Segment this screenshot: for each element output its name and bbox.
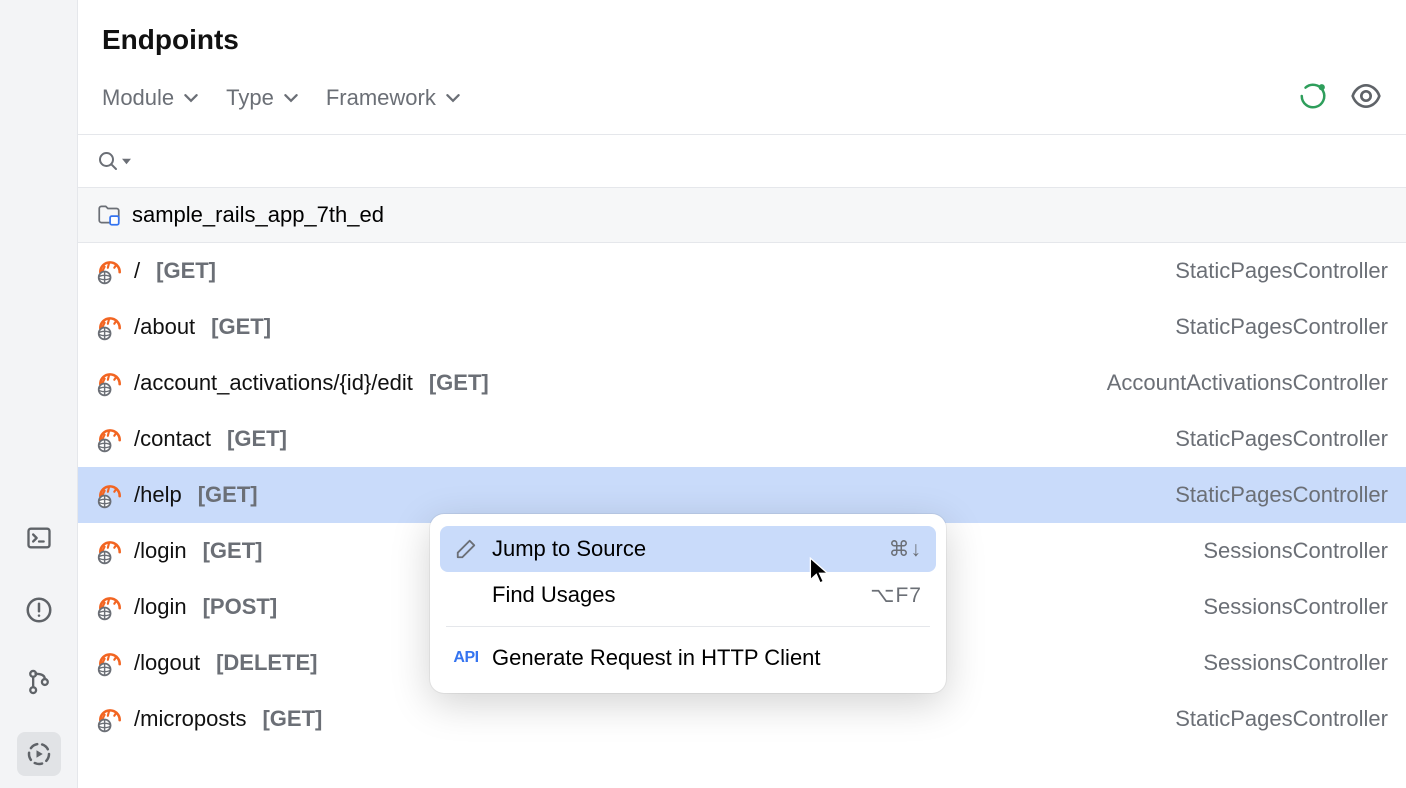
menu-label: Generate Request in HTTP Client [492, 645, 922, 671]
endpoint-controller: SessionsController [1203, 594, 1388, 620]
endpoint-path: / [134, 258, 140, 284]
endpoint-row[interactable]: / [GET] StaticPagesController [78, 243, 1406, 299]
refresh-icon[interactable] [1298, 81, 1328, 115]
endpoint-path: /about [134, 314, 195, 340]
endpoint-controller: StaticPagesController [1175, 426, 1388, 452]
endpoint-row[interactable]: /contact [GET] StaticPagesController [78, 411, 1406, 467]
chevron-down-icon [184, 91, 198, 105]
eye-icon[interactable] [1350, 80, 1382, 116]
search-icon [96, 149, 131, 173]
endpoint-method: [GET] [262, 706, 322, 732]
endpoint-row[interactable]: /account_activations/{id}/edit [GET] Accou… [78, 355, 1406, 411]
endpoint-method: [GET] [211, 314, 271, 340]
endpoint-controller: StaticPagesController [1175, 482, 1388, 508]
endpoint-path: /account_activations/{id}/edit [134, 370, 413, 396]
rails-endpoint-icon [96, 649, 124, 677]
pencil-icon [454, 537, 478, 561]
filter-bar: Module Type Framework [78, 80, 1406, 135]
module-filter[interactable]: Module [102, 85, 198, 111]
menu-item[interactable]: API Generate Request in HTTP Client [440, 635, 936, 681]
filter-label: Framework [326, 85, 436, 111]
menu-label: Jump to Source [492, 536, 875, 562]
menu-separator [446, 626, 930, 627]
framework-filter[interactable]: Framework [326, 85, 460, 111]
vcs-tool-button[interactable] [17, 660, 61, 704]
endpoint-path: /contact [134, 426, 211, 452]
endpoint-controller: StaticPagesController [1175, 258, 1388, 284]
endpoint-path: /login [134, 594, 187, 620]
search-input[interactable] [139, 150, 1388, 173]
endpoint-method: [GET] [203, 538, 263, 564]
endpoint-path: /microposts [134, 706, 246, 732]
endpoint-controller: StaticPagesController [1175, 314, 1388, 340]
rails-endpoint-icon [96, 537, 124, 565]
endpoint-controller: StaticPagesController [1175, 706, 1388, 732]
endpoint-path: /help [134, 482, 182, 508]
problems-tool-button[interactable] [17, 588, 61, 632]
endpoint-method: [GET] [156, 258, 216, 284]
endpoint-controller: SessionsController [1203, 538, 1388, 564]
rails-endpoint-icon [96, 593, 124, 621]
rails-endpoint-icon [96, 705, 124, 733]
endpoint-method: [GET] [429, 370, 489, 396]
terminal-tool-button[interactable] [17, 516, 61, 560]
endpoint-controller: AccountActivationsController [1107, 370, 1388, 396]
endpoint-row[interactable]: /about [GET] StaticPagesController [78, 299, 1406, 355]
endpoint-method: [POST] [203, 594, 278, 620]
search-bar[interactable] [78, 135, 1406, 188]
services-tool-button[interactable] [17, 732, 61, 776]
rails-endpoint-icon [96, 481, 124, 509]
chevron-down-icon [284, 91, 298, 105]
endpoint-path: /logout [134, 650, 200, 676]
menu-item[interactable]: Find Usages ⌥F7 [440, 572, 936, 618]
page-title: Endpoints [102, 24, 1382, 56]
chevron-down-icon [446, 91, 460, 105]
api-icon: API [454, 646, 478, 670]
rails-endpoint-icon [96, 257, 124, 285]
menu-label: Find Usages [492, 582, 856, 608]
menu-item[interactable]: Jump to Source ⌘↓ [440, 526, 936, 572]
endpoint-method: [DELETE] [216, 650, 317, 676]
panel-header: Endpoints [78, 0, 1406, 80]
endpoint-path: /login [134, 538, 187, 564]
endpoint-method: [GET] [227, 426, 287, 452]
context-menu: Jump to Source ⌘↓ Find Usages ⌥F7 API Generat… [430, 514, 946, 693]
endpoint-method: [GET] [198, 482, 258, 508]
menu-shortcut: ⌘↓ [889, 537, 923, 562]
rails-endpoint-icon [96, 313, 124, 341]
filter-label: Type [226, 85, 274, 111]
rails-endpoint-icon [96, 369, 124, 397]
filter-label: Module [102, 85, 174, 111]
project-root-row[interactable]: sample_rails_app_7th_ed [78, 188, 1406, 243]
project-name: sample_rails_app_7th_ed [132, 202, 384, 228]
endpoint-row[interactable]: /microposts [GET] StaticPagesController [78, 691, 1406, 747]
left-tool-rail [0, 0, 77, 788]
folder-icon [96, 202, 122, 228]
rails-endpoint-icon [96, 425, 124, 453]
endpoint-controller: SessionsController [1203, 650, 1388, 676]
type-filter[interactable]: Type [226, 85, 298, 111]
menu-shortcut: ⌥F7 [870, 583, 922, 608]
